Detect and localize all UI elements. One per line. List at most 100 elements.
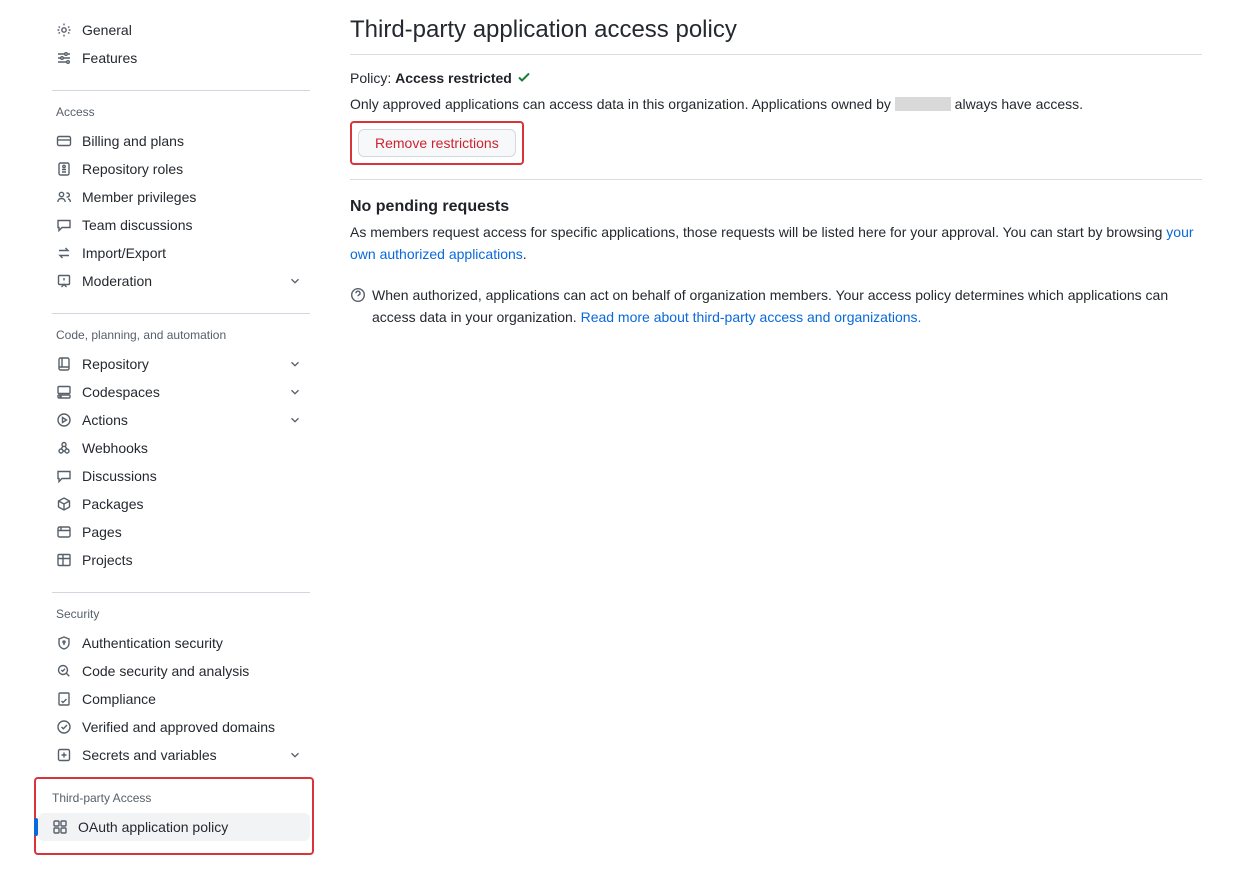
highlight-remove-restrictions: Remove restrictions — [350, 121, 524, 165]
sidebar-item-authentication-security[interactable]: Authentication security — [42, 629, 316, 657]
id-badge-icon — [56, 161, 72, 177]
gear-icon — [56, 22, 72, 38]
sidebar-item-discussions[interactable]: Discussions — [42, 462, 316, 490]
sidebar-item-label: Projects — [82, 552, 302, 568]
table-icon — [56, 552, 72, 568]
policy-description: Only approved applications can access da… — [350, 94, 1202, 115]
sidebar-item-label: Team discussions — [82, 217, 302, 233]
sidebar-item-billing[interactable]: Billing and plans — [42, 127, 316, 155]
sidebar-item-label: Authentication security — [82, 635, 302, 651]
sidebar-item-projects[interactable]: Projects — [42, 546, 316, 574]
sidebar-group-access: Access Billing and plans Repository role… — [40, 97, 318, 303]
desc-text-before: Only approved applications can access da… — [350, 96, 895, 112]
repo-icon — [56, 356, 72, 372]
sidebar-item-label: Verified and approved domains — [82, 719, 302, 735]
compliance-icon — [56, 691, 72, 707]
sidebar-item-secrets-variables[interactable]: Secrets and variables — [42, 741, 316, 769]
page-title: Third-party application access policy — [350, 16, 1202, 55]
package-icon — [56, 496, 72, 512]
question-icon — [350, 287, 366, 303]
sidebar-item-actions[interactable]: Actions — [42, 406, 316, 434]
chevron-down-icon — [288, 357, 302, 371]
no-pending-text: As members request access for specific a… — [350, 224, 1166, 240]
sidebar-item-label: Webhooks — [82, 440, 302, 456]
sidebar-item-label: Import/Export — [82, 245, 302, 261]
comment-icon — [56, 468, 72, 484]
policy-status-row: Policy: Access restricted — [350, 69, 1202, 86]
codespaces-icon — [56, 384, 72, 400]
sidebar-divider — [52, 90, 310, 91]
arrows-icon — [56, 245, 72, 261]
chevron-down-icon — [288, 385, 302, 399]
read-more-link[interactable]: Read more about third-party access and o… — [581, 309, 922, 325]
sidebar-item-general[interactable]: General — [42, 16, 316, 44]
check-icon — [516, 69, 532, 85]
sidebar-group-title: Security — [40, 599, 318, 629]
sidebar-item-verified-domains[interactable]: Verified and approved domains — [42, 713, 316, 741]
sidebar-group-code: Code, planning, and automation Repositor… — [40, 320, 318, 582]
play-icon — [56, 412, 72, 428]
apps-icon — [52, 819, 68, 835]
verified-icon — [56, 719, 72, 735]
people-icon — [56, 189, 72, 205]
sidebar-item-label: Billing and plans — [82, 133, 302, 149]
comment-icon — [56, 217, 72, 233]
redacted-org-name — [895, 97, 951, 111]
chevron-down-icon — [288, 748, 302, 762]
policy-value: Access restricted — [395, 70, 512, 86]
codescan-icon — [56, 663, 72, 679]
sidebar-item-label: Moderation — [82, 273, 288, 289]
sidebar-item-label: Discussions — [82, 468, 302, 484]
no-pending-title: No pending requests — [350, 198, 1202, 216]
info-line: When authorized, applications can act on… — [350, 285, 1202, 328]
sidebar-item-label: OAuth application policy — [78, 819, 296, 835]
sidebar-group-third-party: Third-party Access OAuth application pol… — [36, 783, 312, 849]
desc-text-after: always have access. — [951, 96, 1083, 112]
highlight-third-party: Third-party Access OAuth application pol… — [34, 777, 314, 855]
no-pending-body: As members request access for specific a… — [350, 222, 1202, 265]
sidebar-divider — [52, 313, 310, 314]
chevron-down-icon — [288, 274, 302, 288]
sidebar-group-title: Code, planning, and automation — [40, 320, 318, 350]
chevron-down-icon — [288, 413, 302, 427]
sidebar-divider — [52, 592, 310, 593]
sidebar-item-features[interactable]: Features — [42, 44, 316, 72]
sidebar-item-code-security[interactable]: Code security and analysis — [42, 657, 316, 685]
sidebar-group-title: Access — [40, 97, 318, 127]
sidebar-item-member-privileges[interactable]: Member privileges — [42, 183, 316, 211]
sidebar-item-label: Features — [82, 50, 302, 66]
main-content: Third-party application access policy Po… — [318, 0, 1218, 871]
sliders-icon — [56, 50, 72, 66]
shield-icon — [56, 635, 72, 651]
sidebar-item-webhooks[interactable]: Webhooks — [42, 434, 316, 462]
sidebar-item-label: Packages — [82, 496, 302, 512]
sidebar-item-label: Pages — [82, 524, 302, 540]
sidebar-item-label: Member privileges — [82, 189, 302, 205]
sidebar-item-label: Secrets and variables — [82, 747, 288, 763]
sidebar-item-compliance[interactable]: Compliance — [42, 685, 316, 713]
sidebar-item-repository-roles[interactable]: Repository roles — [42, 155, 316, 183]
sidebar-item-repository[interactable]: Repository — [42, 350, 316, 378]
sidebar-item-oauth-policy[interactable]: OAuth application policy — [38, 813, 310, 841]
credit-card-icon — [56, 133, 72, 149]
webhook-icon — [56, 440, 72, 456]
sidebar-group-general: General Features — [40, 16, 318, 80]
sidebar-item-codespaces[interactable]: Codespaces — [42, 378, 316, 406]
sidebar-item-import-export[interactable]: Import/Export — [42, 239, 316, 267]
sidebar-item-moderation[interactable]: Moderation — [42, 267, 316, 295]
sidebar-item-label: Repository roles — [82, 161, 302, 177]
sidebar-item-packages[interactable]: Packages — [42, 490, 316, 518]
remove-restrictions-button[interactable]: Remove restrictions — [358, 129, 516, 157]
key-icon — [56, 747, 72, 763]
sidebar-item-pages[interactable]: Pages — [42, 518, 316, 546]
browser-icon — [56, 524, 72, 540]
info-text-wrapper: When authorized, applications can act on… — [372, 285, 1202, 328]
sidebar-group-title: Third-party Access — [36, 783, 312, 813]
report-icon — [56, 273, 72, 289]
sidebar-group-security: Security Authentication security Code se… — [40, 599, 318, 777]
sidebar: General Features Access Billing and plan… — [0, 0, 318, 871]
policy-label: Policy: — [350, 70, 395, 86]
sidebar-item-label: Code security and analysis — [82, 663, 302, 679]
sidebar-item-label: Codespaces — [82, 384, 288, 400]
sidebar-item-team-discussions[interactable]: Team discussions — [42, 211, 316, 239]
